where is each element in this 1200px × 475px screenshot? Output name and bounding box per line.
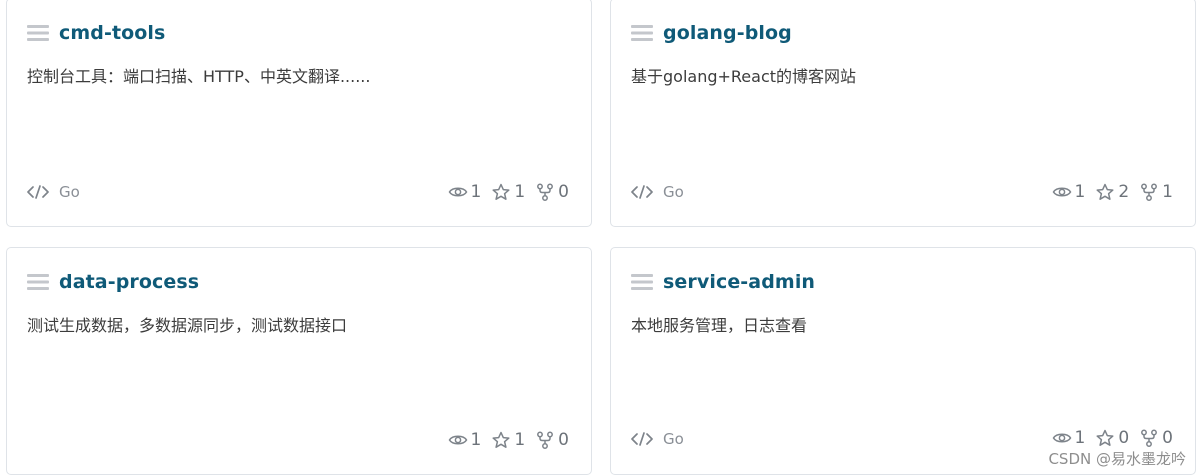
code-icon <box>27 185 49 199</box>
views-count: 1 <box>1074 428 1086 448</box>
repo-list-icon <box>27 25 49 41</box>
repo-description: 基于golang+React的博客网站 <box>631 67 857 86</box>
fork-icon <box>537 183 554 201</box>
repo-description: 本地服务管理，日志查看 <box>631 316 808 335</box>
stars-count: 1 <box>514 430 526 450</box>
stars-stat[interactable]: 2 <box>1095 182 1129 202</box>
repo-name-link[interactable]: cmd-tools <box>59 22 165 44</box>
repo-card-header: service-admin <box>631 270 815 294</box>
repo-name-link[interactable]: service-admin <box>663 271 815 293</box>
repo-card-cmd-tools[interactable]: cmd-tools 控制台工具：端口扫描、HTTP、中英文翻译...... Go… <box>6 0 592 227</box>
eye-icon <box>448 187 467 197</box>
repo-card-golang-blog[interactable]: golang-blog 基于golang+React的博客网站 Go 1 2 1 <box>610 0 1196 227</box>
repo-language: Go <box>631 430 684 448</box>
repo-description: 测试生成数据，多数据源同步，测试数据接口 <box>27 316 348 335</box>
views-stat[interactable]: 1 <box>448 182 482 202</box>
repo-card-header: data-process <box>27 270 199 294</box>
repo-stats: 1 0 0 <box>1042 428 1173 448</box>
repo-list-icon <box>631 25 653 41</box>
eye-icon <box>448 435 467 445</box>
language-label: Go <box>663 183 684 201</box>
forks-count: 1 <box>1162 182 1173 202</box>
fork-icon <box>1141 183 1158 201</box>
forks-count: 0 <box>558 182 569 202</box>
repo-card-header: golang-blog <box>631 21 792 45</box>
star-icon <box>1096 183 1114 200</box>
forks-count: 0 <box>1162 428 1173 448</box>
stars-count: 2 <box>1118 182 1130 202</box>
repo-language: Go <box>631 183 684 201</box>
forks-stat[interactable]: 0 <box>535 182 569 202</box>
repo-list-icon <box>631 274 653 290</box>
views-stat[interactable]: 1 <box>448 430 482 450</box>
views-count: 1 <box>470 182 482 202</box>
watermark: CSDN @易水墨龙吟 <box>1048 450 1186 468</box>
views-count: 1 <box>470 430 482 450</box>
code-icon <box>631 185 653 199</box>
star-icon <box>492 431 510 448</box>
star-icon <box>492 183 510 200</box>
star-icon <box>1096 429 1114 446</box>
repo-name-link[interactable]: data-process <box>59 271 199 293</box>
repo-card-data-process[interactable]: data-process 测试生成数据，多数据源同步，测试数据接口 1 1 0 <box>6 247 592 475</box>
forks-count: 0 <box>558 430 569 450</box>
repo-name-link[interactable]: golang-blog <box>663 22 792 44</box>
stars-count: 0 <box>1118 428 1130 448</box>
forks-stat[interactable]: 0 <box>1139 428 1173 448</box>
repo-grid: cmd-tools 控制台工具：端口扫描、HTTP、中英文翻译...... Go… <box>0 0 1200 475</box>
repo-stats: 1 1 0 <box>438 430 569 450</box>
repo-card-header: cmd-tools <box>27 21 165 45</box>
repo-language: Go <box>27 183 80 201</box>
language-label: Go <box>59 183 80 201</box>
repo-list-icon <box>27 274 49 290</box>
views-count: 1 <box>1074 182 1086 202</box>
stars-stat[interactable]: 1 <box>491 430 525 450</box>
fork-icon <box>537 431 554 449</box>
stars-stat[interactable]: 0 <box>1095 428 1129 448</box>
eye-icon <box>1052 187 1071 197</box>
forks-stat[interactable]: 0 <box>535 430 569 450</box>
stars-count: 1 <box>514 182 526 202</box>
fork-icon <box>1141 429 1158 447</box>
language-label: Go <box>663 430 684 448</box>
forks-stat[interactable]: 1 <box>1139 182 1173 202</box>
views-stat[interactable]: 1 <box>1052 182 1086 202</box>
repo-description: 控制台工具：端口扫描、HTTP、中英文翻译...... <box>27 67 371 86</box>
stars-stat[interactable]: 1 <box>491 182 525 202</box>
repo-stats: 1 1 0 <box>438 182 569 202</box>
eye-icon <box>1052 433 1071 443</box>
views-stat[interactable]: 1 <box>1052 428 1086 448</box>
repo-card-service-admin[interactable]: service-admin 本地服务管理，日志查看 Go 1 0 0 <box>610 247 1196 475</box>
code-icon <box>631 432 653 446</box>
repo-stats: 1 2 1 <box>1042 182 1173 202</box>
